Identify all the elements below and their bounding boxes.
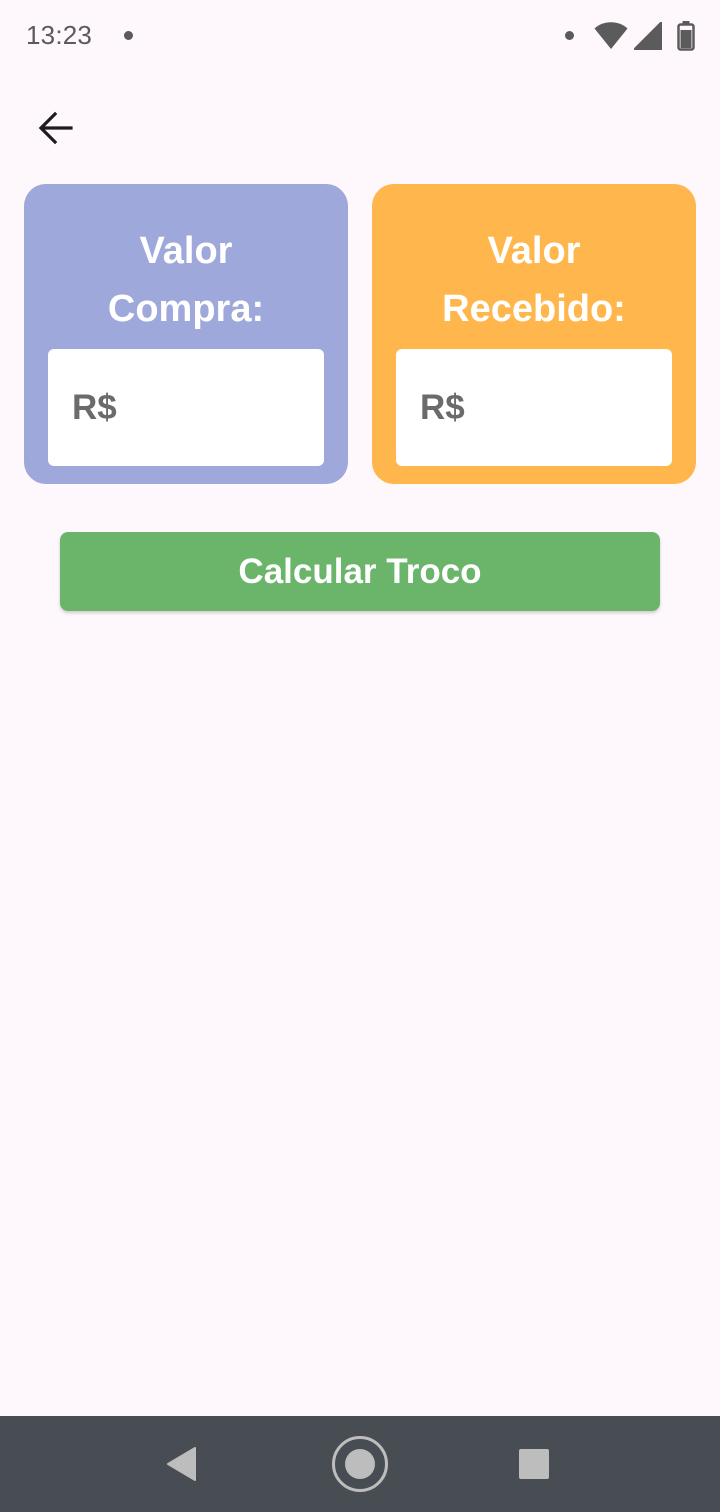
circle-home-icon[interactable] — [330, 1434, 390, 1494]
currency-prefix: R$ — [420, 387, 465, 427]
valor-recebido-card: Valor Recebido: R$ — [372, 184, 696, 484]
back-button[interactable] — [28, 100, 84, 156]
calcular-troco-button[interactable]: Calcular Troco — [60, 532, 660, 611]
valor-compra-input[interactable]: R$ — [48, 349, 324, 466]
status-bar: 13:23 — [0, 0, 720, 72]
currency-prefix: R$ — [72, 387, 117, 427]
status-dot-icon — [565, 31, 574, 40]
cell-signal-icon — [634, 22, 662, 50]
arrow-left-icon — [38, 111, 73, 145]
square-recents-icon[interactable] — [518, 1448, 550, 1480]
notification-dot-icon — [124, 31, 133, 40]
battery-icon — [677, 21, 695, 51]
valor-compra-title: Valor Compra: — [107, 230, 265, 330]
valor-recebido-title: Valor Recebido: — [442, 230, 626, 330]
valor-recebido-input[interactable]: R$ — [396, 349, 672, 466]
valor-compra-card: Valor Compra: R$ — [24, 184, 348, 484]
wifi-icon — [594, 22, 628, 49]
status-time: 13:23 — [26, 20, 93, 50]
triangle-back-icon[interactable] — [163, 1445, 201, 1483]
system-nav-bar — [0, 1416, 720, 1512]
